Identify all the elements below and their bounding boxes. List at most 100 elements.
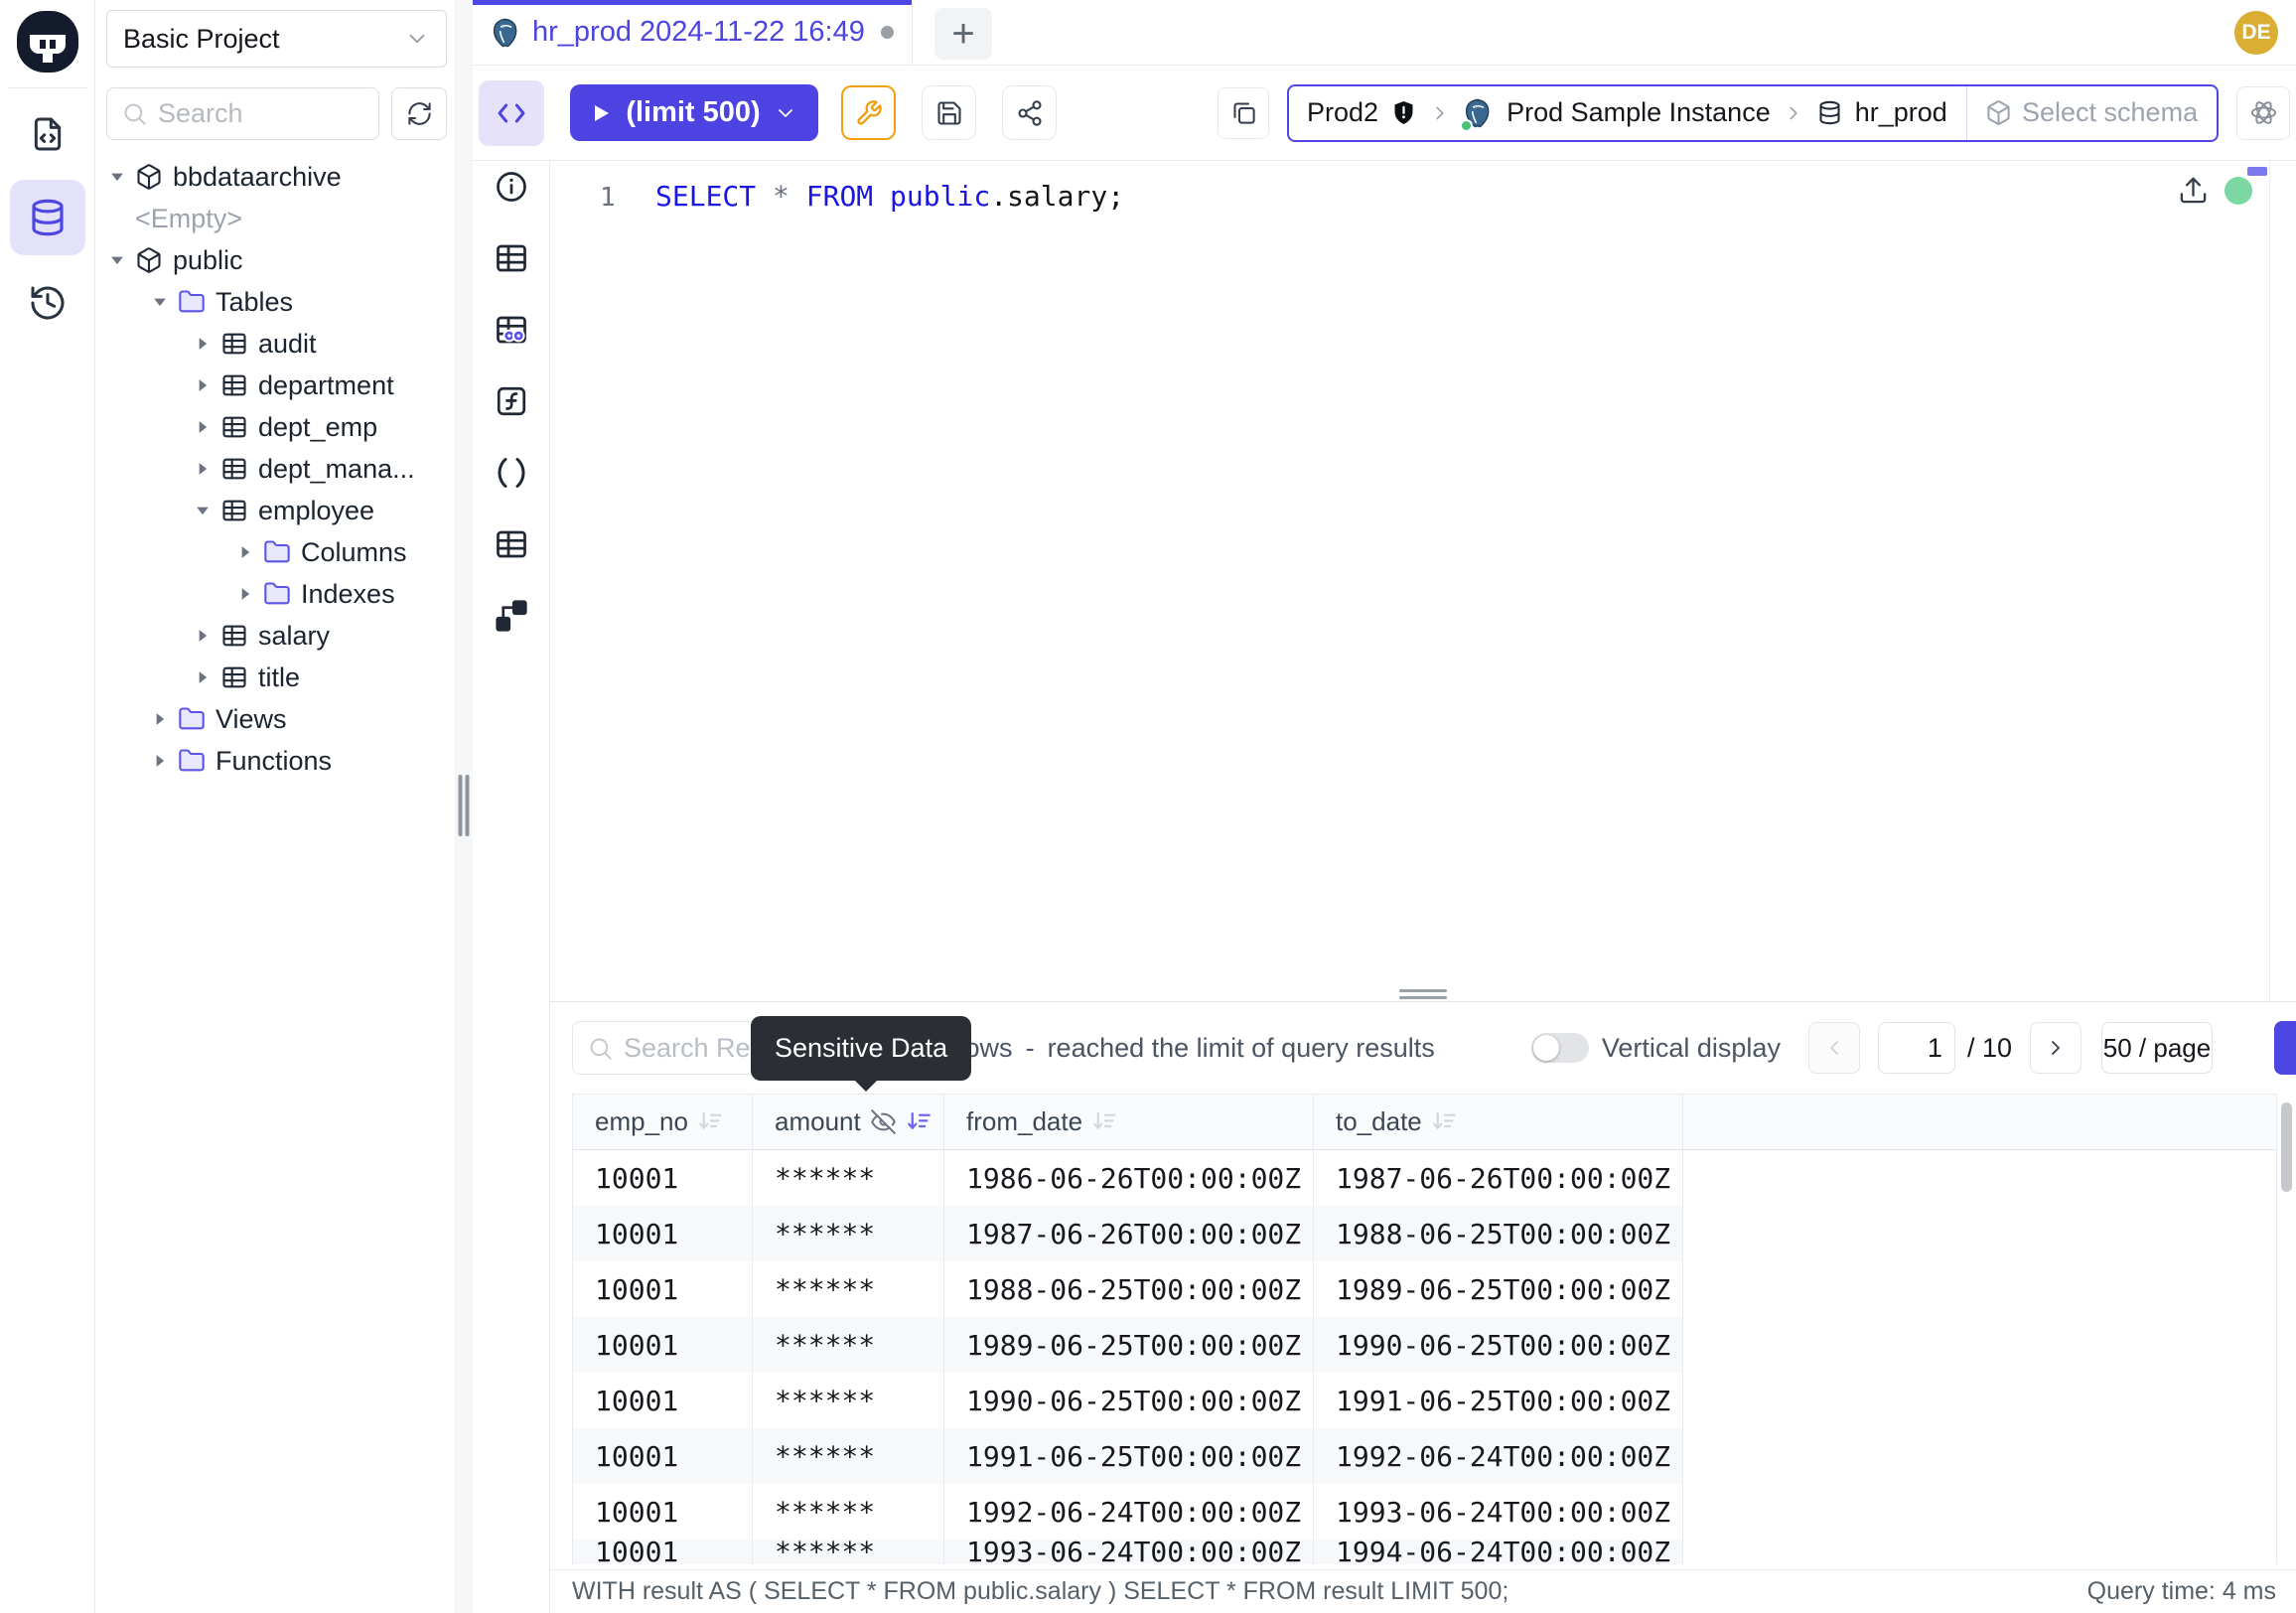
table-grid-icon[interactable]: [494, 526, 529, 562]
tree-item-views[interactable]: Views: [95, 698, 455, 740]
cell: 10001: [573, 1373, 753, 1428]
column-header-emp-no[interactable]: emp_no: [573, 1095, 753, 1149]
export-button-partial[interactable]: [2274, 1021, 2296, 1075]
page-number-input[interactable]: [1878, 1022, 1955, 1074]
table-grid-icon: [220, 497, 248, 524]
select-schema[interactable]: Select schema: [1966, 86, 2217, 140]
save-button[interactable]: [922, 85, 976, 140]
table-row[interactable]: 10001******1986-06-26T00:00:00Z1987-06-2…: [573, 1150, 2276, 1206]
batch-query-button[interactable]: [1218, 87, 1269, 139]
project-select[interactable]: Basic Project: [106, 10, 447, 68]
code-line[interactable]: 1 SELECT * FROM public.salary;: [550, 177, 2270, 218]
table-row[interactable]: 10001******1992-06-24T00:00:00Z1993-06-2…: [573, 1484, 2276, 1540]
caret-right-icon[interactable]: [235, 542, 255, 562]
caret-right-icon[interactable]: [193, 626, 213, 646]
sort-icon[interactable]: [1091, 1108, 1118, 1135]
table-row[interactable]: 10001******1991-06-25T00:00:00Z1992-06-2…: [573, 1428, 2276, 1484]
worksheets-icon[interactable]: [28, 114, 68, 154]
table-row[interactable]: 10001******1987-06-26T00:00:00Z1988-06-2…: [573, 1206, 2276, 1261]
connection-breadcrumb[interactable]: Prod2 Prod Sample Instance hr_prod: [1287, 84, 2219, 142]
next-page-button[interactable]: [2030, 1022, 2081, 1074]
caret-right-icon[interactable]: [150, 751, 170, 771]
folder-icon: [263, 538, 291, 566]
tree-item-salary[interactable]: salary: [95, 615, 455, 657]
column-header-to-date[interactable]: to_date: [1314, 1095, 1683, 1149]
tab-worksheet-active[interactable]: hr_prod 2024-11-22 16:49: [473, 0, 913, 65]
caret-right-icon[interactable]: [193, 459, 213, 479]
sidebar-search-input[interactable]: [158, 98, 364, 129]
caret-right-icon[interactable]: [193, 375, 213, 395]
tree-item-bbdataarchive[interactable]: bbdataarchive: [95, 156, 455, 198]
tree-item-indexes[interactable]: Indexes: [95, 573, 455, 615]
tree-item-public[interactable]: public: [95, 239, 455, 281]
tree-item-title[interactable]: title: [95, 657, 455, 698]
cell: ******: [753, 1428, 944, 1484]
schema-cube-icon: [1985, 99, 2012, 126]
table-row[interactable]: 10001******1989-06-25T00:00:00Z1990-06-2…: [573, 1317, 2276, 1373]
parentheses-icon[interactable]: [494, 455, 529, 491]
info-icon[interactable]: [494, 169, 529, 205]
tree-item-tables[interactable]: Tables: [95, 281, 455, 323]
sql-statement[interactable]: SELECT * FROM public.salary;: [655, 177, 1124, 217]
caret-right-icon[interactable]: [150, 709, 170, 729]
folder-icon: [263, 580, 291, 608]
folder-icon: [178, 705, 206, 733]
table-scrollbar-thumb[interactable]: [2281, 1102, 2292, 1192]
format-sql-button[interactable]: [841, 85, 896, 140]
caret-down-icon[interactable]: [150, 292, 170, 312]
rail-divider: [8, 87, 87, 88]
editor-overview-ruler[interactable]: [2269, 161, 2270, 1001]
tree-item-audit[interactable]: audit: [95, 323, 455, 365]
folder-icon: [178, 747, 206, 775]
databases-nav-active[interactable]: [10, 180, 85, 255]
tree-item-department[interactable]: department: [95, 365, 455, 406]
share-button[interactable]: [1002, 85, 1057, 140]
vertical-display-toggle[interactable]: [1531, 1033, 1589, 1063]
sort-icon[interactable]: [1431, 1108, 1458, 1135]
sidebar-search-box[interactable]: [106, 87, 379, 140]
caret-right-icon[interactable]: [193, 417, 213, 437]
page-size-select[interactable]: 50 / page: [2101, 1022, 2213, 1074]
sidebar-resize-handle[interactable]: [455, 0, 473, 1613]
column-header-amount[interactable]: amount: [753, 1095, 944, 1149]
caret-down-icon[interactable]: [107, 250, 127, 270]
run-query-button[interactable]: (limit 500): [570, 84, 818, 141]
refresh-button[interactable]: [391, 87, 447, 140]
tree-item-employee[interactable]: employee: [95, 490, 455, 531]
prev-page-button[interactable]: [1808, 1022, 1860, 1074]
history-icon[interactable]: [28, 283, 68, 323]
caret-right-icon[interactable]: [235, 584, 255, 604]
caret-down-icon[interactable]: [107, 167, 127, 187]
sort-icon[interactable]: [906, 1108, 933, 1135]
cell-filler: [1683, 1150, 2276, 1206]
caret-down-icon[interactable]: [193, 501, 213, 520]
table-grid-icon[interactable]: [494, 240, 529, 276]
tree-item-columns[interactable]: Columns: [95, 531, 455, 573]
connection-path[interactable]: Prod2 Prod Sample Instance hr_prod: [1289, 86, 1966, 140]
column-header-from-date[interactable]: from_date: [944, 1095, 1314, 1149]
table-row[interactable]: 10001******1993-06-24T00:00:00Z1994-06-2…: [573, 1540, 2276, 1564]
cell: 1987-06-26T00:00:00Z: [944, 1206, 1314, 1261]
tree-item-functions[interactable]: Functions: [95, 740, 455, 782]
bytebase-logo[interactable]: [16, 10, 79, 73]
tree-item-dept-emp[interactable]: dept_emp: [95, 406, 455, 448]
new-tab-button[interactable]: +: [934, 8, 992, 60]
play-icon: [589, 101, 613, 125]
avatar[interactable]: DE: [2234, 11, 2278, 55]
tree-item-dept-mana[interactable]: dept_mana...: [95, 448, 455, 490]
square-function-icon[interactable]: [494, 383, 529, 419]
schema-diagram-icon[interactable]: [494, 598, 529, 634]
panel-resize-handle[interactable]: [1399, 989, 1447, 999]
sql-editor[interactable]: 1 SELECT * FROM public.salary;: [550, 161, 2296, 1001]
caret-right-icon[interactable]: [193, 667, 213, 687]
sort-icon[interactable]: [697, 1108, 724, 1135]
masked-table-icon[interactable]: [494, 312, 529, 348]
code-view-toggle[interactable]: [479, 80, 544, 146]
table-row[interactable]: 10001******1990-06-25T00:00:00Z1991-06-2…: [573, 1373, 2276, 1428]
ai-assistant-button[interactable]: [2236, 86, 2290, 140]
tree-item-empty[interactable]: <Empty>: [95, 198, 455, 239]
upload-icon[interactable]: [2178, 175, 2209, 206]
database-icon: [27, 197, 69, 238]
caret-right-icon[interactable]: [193, 334, 213, 354]
table-row[interactable]: 10001******1988-06-25T00:00:00Z1989-06-2…: [573, 1261, 2276, 1317]
